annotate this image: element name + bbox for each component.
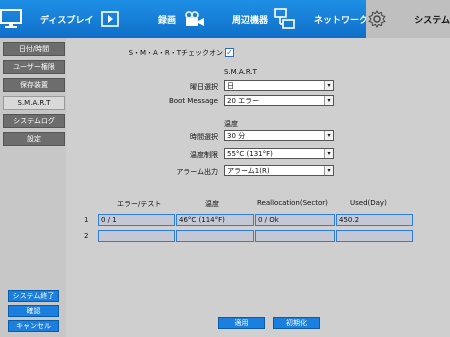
day-select-label: 曜日選択 xyxy=(190,83,218,91)
tab-display[interactable]: ディスプレイ xyxy=(0,0,120,38)
top-nav-bar: ディスプレイ 録画 周辺機器 ネットワーク システム xyxy=(0,0,450,38)
main-panel: S・M・A・R・Tチェックオン ✓ S.M.A.R.T 曜日選択 日 ▾ Boo… xyxy=(66,38,450,337)
chevron-down-icon: ▾ xyxy=(324,96,333,105)
boot-message-label: Boot Message xyxy=(168,97,218,105)
tab-record-label: 録画 xyxy=(158,15,177,26)
smart-section-title: S.M.A.R.T xyxy=(224,68,257,76)
tab-record[interactable]: 録画 xyxy=(150,0,220,38)
table-cell-reallocation: 0 / Ok xyxy=(255,214,335,226)
temp-limit-select[interactable]: 55°C (131°F) ▾ xyxy=(224,148,334,159)
table-header-temperature: 温度 xyxy=(205,200,219,208)
table-header-used-day: Used(Day) xyxy=(350,199,387,207)
sidebar-item-user-permissions[interactable]: ユーザー権限 xyxy=(3,60,65,74)
smart-check-label: S・M・A・R・Tチェックオン xyxy=(128,49,223,57)
shutdown-button[interactable]: システム終了 xyxy=(8,290,59,302)
chevron-down-icon: ▾ xyxy=(324,131,333,140)
apply-button[interactable]: 適用 xyxy=(218,317,265,329)
tab-peripherals-label: 周辺機器 xyxy=(232,15,269,26)
table-header-reallocation: Reallocation(Sector) xyxy=(257,199,328,207)
table-cell-used-day xyxy=(336,230,413,242)
boot-message-value: 20 エラー xyxy=(227,96,260,105)
reset-button[interactable]: 初期化 xyxy=(273,317,320,329)
chevron-down-icon: ▾ xyxy=(324,149,333,158)
tab-peripherals[interactable]: 周辺機器 xyxy=(228,0,308,38)
table-header-error-test: エラー/テスト xyxy=(117,200,162,208)
table-row-number: 2 xyxy=(84,232,89,240)
chevron-down-icon: ▾ xyxy=(324,166,333,175)
sidebar-item-datetime[interactable]: 日付/時間 xyxy=(3,42,65,56)
camera-icon xyxy=(184,11,206,27)
time-select[interactable]: 30 分 ▾ xyxy=(224,130,334,141)
sidebar: 日付/時間 ユーザー権限 保存装置 S.M.A.R.T システムログ 設定 シス… xyxy=(0,38,66,337)
alarm-output-select[interactable]: アラーム1(R) ▾ xyxy=(224,165,334,176)
table-cell-reallocation xyxy=(255,230,335,242)
sidebar-item-smart[interactable]: S.M.A.R.T xyxy=(3,96,65,110)
table-cell-error-test: 0 / 1 xyxy=(98,214,175,226)
table-cell-error-test xyxy=(98,230,175,242)
devices-icon xyxy=(274,8,296,30)
confirm-button[interactable]: 確認 xyxy=(8,305,59,317)
cancel-button[interactable]: キャンセル xyxy=(8,320,59,332)
tab-network[interactable]: ネットワーク xyxy=(314,0,369,38)
sidebar-item-storage[interactable]: 保存装置 xyxy=(3,78,65,92)
table-cell-used-day: 450.2 xyxy=(336,214,413,226)
boot-message-select[interactable]: 20 エラー ▾ xyxy=(224,95,334,106)
temp-section-title: 温度 xyxy=(224,120,238,128)
alarm-output-label: アラーム出力 xyxy=(176,168,218,176)
temp-limit-label: 温度制限 xyxy=(190,151,218,159)
sidebar-item-settings[interactable]: 設定 xyxy=(3,132,65,146)
tab-system[interactable]: システム xyxy=(366,0,450,38)
tab-network-label: ネットワーク xyxy=(314,15,369,26)
smart-check-checkbox[interactable]: ✓ xyxy=(225,48,234,57)
tab-display-label: ディスプレイ xyxy=(40,15,94,26)
alarm-output-value: アラーム1(R) xyxy=(227,166,270,175)
monitor-icon xyxy=(0,9,22,29)
chevron-down-icon: ▾ xyxy=(324,81,333,90)
film-icon xyxy=(101,11,120,27)
gear-icon xyxy=(368,10,386,28)
time-select-value: 30 分 xyxy=(227,131,246,140)
sidebar-item-system-log[interactable]: システムログ xyxy=(3,114,65,128)
tab-system-label: システム xyxy=(414,15,450,26)
table-cell-temperature xyxy=(176,230,254,242)
table-cell-temperature: 46°C (114°F) xyxy=(176,214,254,226)
time-select-label: 時間選択 xyxy=(190,133,218,141)
table-row-number: 1 xyxy=(84,216,89,224)
day-select-value: 日 xyxy=(227,81,234,90)
day-select[interactable]: 日 ▾ xyxy=(224,80,334,91)
temp-limit-value: 55°C (131°F) xyxy=(227,149,273,158)
